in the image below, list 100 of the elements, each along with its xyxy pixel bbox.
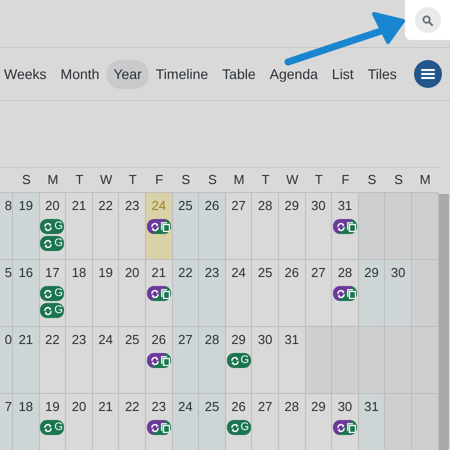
weekday-label: W bbox=[286, 171, 298, 190]
weekday-label: M bbox=[234, 171, 244, 190]
day-cell[interactable] bbox=[358, 193, 386, 260]
day-cell[interactable]: 21 bbox=[66, 193, 93, 260]
scrollbar[interactable] bbox=[438, 194, 448, 450]
event-chip[interactable] bbox=[332, 420, 357, 435]
day-cell[interactable] bbox=[385, 193, 412, 260]
day-cell[interactable]: 26 bbox=[278, 260, 306, 327]
sync-icon bbox=[150, 422, 160, 432]
day-cell[interactable]: 30 bbox=[252, 327, 279, 394]
day-cell[interactable]: 29 bbox=[358, 260, 386, 327]
day-cell[interactable] bbox=[412, 394, 438, 450]
day-cell[interactable]: 28 bbox=[278, 394, 306, 450]
sync-icon bbox=[336, 222, 346, 232]
event-chip[interactable]: G bbox=[40, 420, 64, 435]
day-cell[interactable]: 26 bbox=[199, 193, 226, 260]
day-cell[interactable]: 8 bbox=[0, 193, 13, 260]
day-cell[interactable]: 19 bbox=[13, 193, 40, 260]
day-cell[interactable] bbox=[332, 327, 359, 394]
view-tab[interactable]: Timeline bbox=[148, 60, 216, 88]
day-number: 24 bbox=[98, 332, 113, 348]
event-chip[interactable]: G bbox=[226, 353, 251, 368]
day-cell[interactable]: 25 bbox=[252, 260, 279, 327]
event-chip[interactable]: G bbox=[226, 420, 251, 435]
day-cell[interactable] bbox=[385, 327, 412, 394]
day-cell[interactable]: 21 bbox=[13, 327, 40, 394]
day-cell[interactable]: 22 bbox=[119, 394, 146, 450]
day-cell[interactable]: 28 bbox=[199, 327, 226, 394]
day-cell[interactable]: 30 bbox=[385, 260, 412, 327]
day-cell[interactable] bbox=[412, 260, 438, 327]
event-chip[interactable] bbox=[332, 219, 357, 234]
day-cell[interactable]: 22 bbox=[172, 260, 200, 327]
day-cell[interactable]: 17 G G bbox=[40, 260, 66, 327]
day-cell[interactable]: 21 bbox=[92, 394, 120, 450]
day-cell[interactable]: 0 bbox=[0, 327, 13, 394]
day-cell[interactable]: 24 bbox=[92, 327, 120, 394]
day-cell[interactable]: 20 bbox=[66, 394, 93, 450]
search-button[interactable] bbox=[405, 0, 450, 40]
day-cell[interactable]: 23 bbox=[66, 327, 93, 394]
day-cell[interactable]: 31 bbox=[332, 193, 359, 260]
day-cell[interactable]: 29 bbox=[278, 193, 306, 260]
day-cell[interactable]: 19 G bbox=[40, 394, 66, 450]
day-cell[interactable]: 16 bbox=[13, 260, 40, 327]
event-chip[interactable]: G bbox=[40, 236, 64, 251]
day-cell[interactable]: 20 G G bbox=[40, 193, 66, 260]
day-cell[interactable]: 31 bbox=[358, 394, 386, 450]
view-tab[interactable]: Table bbox=[215, 60, 263, 88]
day-number: 18 bbox=[18, 399, 34, 415]
day-cell[interactable]: 23 bbox=[199, 260, 226, 327]
event-chip[interactable] bbox=[146, 286, 171, 301]
day-cell[interactable]: 27 bbox=[226, 193, 252, 260]
event-chip[interactable]: G bbox=[40, 219, 64, 234]
day-cell[interactable]: 22 bbox=[92, 193, 120, 260]
copy-icon bbox=[160, 356, 170, 366]
view-tab[interactable]: Month bbox=[54, 60, 106, 88]
day-cell[interactable]: 21 bbox=[146, 260, 173, 327]
event-chip[interactable]: G bbox=[40, 286, 64, 301]
menu-button[interactable] bbox=[414, 60, 442, 88]
day-cell[interactable]: 24 bbox=[226, 260, 252, 327]
view-tab[interactable]: Agenda bbox=[262, 60, 325, 88]
day-cell[interactable]: 27 bbox=[252, 394, 279, 450]
day-cell[interactable] bbox=[412, 327, 438, 394]
view-tab[interactable]: Year bbox=[106, 60, 149, 88]
day-cell[interactable] bbox=[358, 327, 386, 394]
day-cell[interactable]: 28 bbox=[252, 193, 279, 260]
day-cell[interactable] bbox=[385, 394, 412, 450]
day-cell[interactable]: 30 bbox=[332, 394, 359, 450]
day-cell[interactable]: 26 bbox=[146, 327, 173, 394]
day-cell[interactable] bbox=[306, 327, 332, 394]
sync-icon bbox=[150, 288, 160, 298]
day-cell[interactable]: 23 bbox=[146, 394, 173, 450]
day-number: 26 bbox=[204, 198, 220, 214]
day-cell[interactable]: 25 bbox=[172, 193, 200, 260]
day-cell[interactable]: 24 bbox=[172, 394, 200, 450]
copy-icon bbox=[346, 288, 356, 298]
day-cell[interactable]: 25 bbox=[199, 394, 226, 450]
day-cell[interactable]: 20 bbox=[119, 260, 146, 327]
day-cell[interactable]: 18 bbox=[66, 260, 93, 327]
day-cell[interactable]: 29 G bbox=[226, 327, 252, 394]
day-cell[interactable]: 19 bbox=[92, 260, 120, 327]
day-number: 19 bbox=[45, 399, 60, 415]
day-cell[interactable]: 29 bbox=[306, 394, 332, 450]
day-cell[interactable]: 18 bbox=[13, 394, 40, 450]
view-tab[interactable]: Tiles bbox=[360, 60, 404, 88]
day-cell[interactable]: 5 bbox=[0, 260, 13, 327]
day-cell[interactable]: 7 bbox=[0, 394, 13, 450]
event-chip[interactable] bbox=[146, 219, 171, 234]
day-cell[interactable]: 25 bbox=[119, 327, 146, 394]
event-chip[interactable] bbox=[332, 286, 357, 301]
view-tab[interactable]: Weeks bbox=[0, 60, 54, 88]
day-cell[interactable]: 30 bbox=[306, 193, 332, 260]
event-chip[interactable]: G bbox=[40, 303, 64, 318]
sync-icon bbox=[43, 288, 54, 298]
day-cell[interactable]: 27 bbox=[172, 327, 200, 394]
day-cell[interactable] bbox=[412, 193, 438, 260]
view-tab[interactable]: List bbox=[324, 60, 361, 88]
day-cell[interactable]: 22 bbox=[40, 327, 66, 394]
day-cell[interactable]: 26 G bbox=[226, 394, 252, 450]
event-chip[interactable] bbox=[146, 353, 171, 368]
event-chip[interactable] bbox=[146, 420, 171, 435]
